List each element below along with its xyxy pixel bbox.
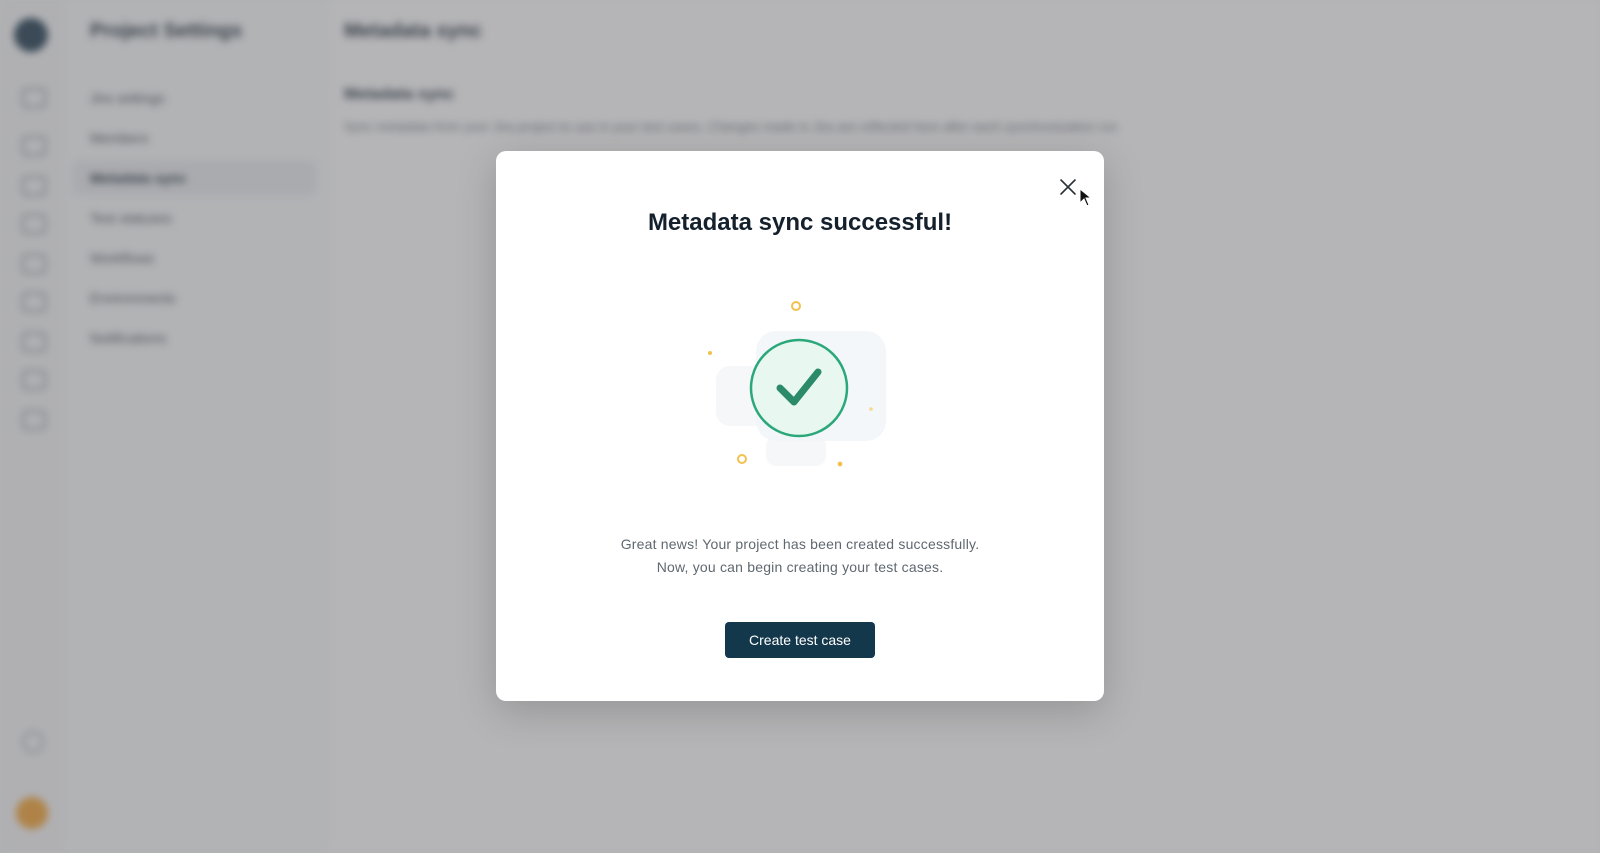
modal-title: Metadata sync successful! bbox=[647, 209, 953, 236]
close-icon bbox=[1060, 179, 1076, 195]
mouse-cursor-icon bbox=[1079, 188, 1093, 207]
success-modal: Metadata sync successful! Great news! Yo… bbox=[496, 151, 1104, 701]
close-button[interactable] bbox=[1054, 173, 1082, 201]
check-circle-icon bbox=[749, 338, 849, 438]
success-illustration bbox=[708, 301, 886, 467]
modal-message-line-1: Great news! Your project has been create… bbox=[620, 536, 980, 552]
modal-message-line-2: Now, you can begin creating your test ca… bbox=[656, 559, 944, 575]
create-test-case-button[interactable]: Create test case bbox=[725, 622, 875, 658]
modal-message: Great news! Your project has been create… bbox=[556, 533, 1044, 579]
